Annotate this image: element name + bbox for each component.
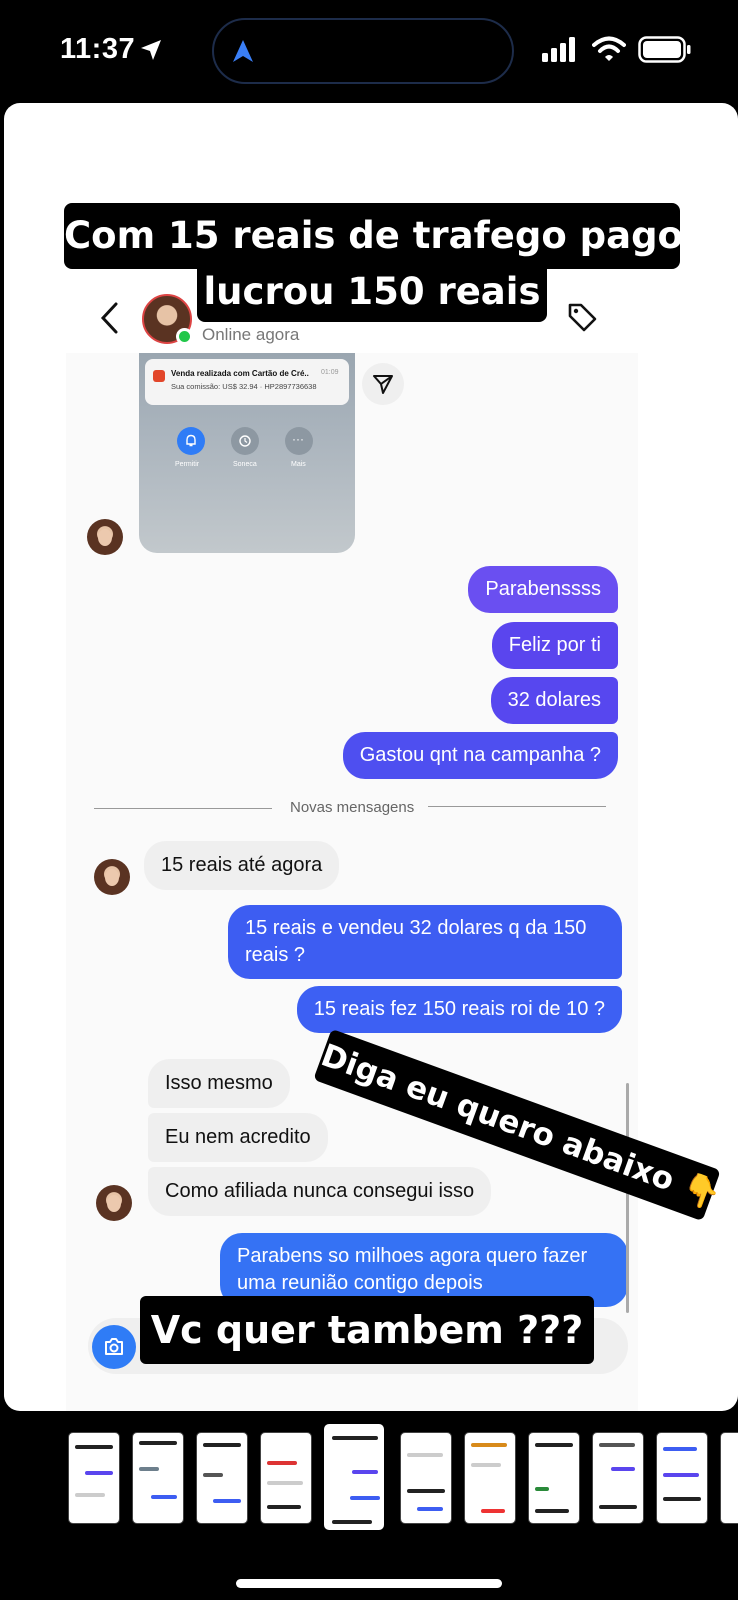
wifi-icon: [592, 36, 626, 61]
action-label-more: Mais: [291, 461, 306, 468]
caption-top-line1: Com 15 reais de trafego pago,: [64, 203, 697, 269]
contact-avatar-small: [96, 1185, 132, 1221]
tag-icon[interactable]: [566, 301, 598, 333]
story-thumbnail[interactable]: [196, 1432, 248, 1524]
story-thumbnail[interactable]: [720, 1432, 738, 1524]
message-received[interactable]: Isso mesmo: [148, 1059, 290, 1108]
online-dot: [176, 328, 193, 345]
message-sent[interactable]: Gastou qnt na campanha ?: [342, 732, 618, 779]
notification-card: Venda realizada com Cartão de Cré.. 01:0…: [145, 359, 349, 405]
notification-screenshot: Venda realizada com Cartão de Cré.. 01:0…: [139, 353, 355, 553]
story-thumbnail[interactable]: [656, 1432, 708, 1524]
status-bar: 11:37: [0, 0, 738, 100]
story-thumbnail[interactable]: [400, 1432, 452, 1524]
message-sent[interactable]: Parabenssss: [468, 566, 618, 613]
story-card: Online agora Venda realizada com Cartão …: [4, 103, 738, 1411]
action-label-allow: Permitir: [175, 461, 200, 468]
story-thumbnail-active[interactable]: [324, 1424, 384, 1530]
message-received[interactable]: Eu nem acredito: [148, 1113, 328, 1162]
scrollbar[interactable]: [626, 1083, 629, 1313]
online-status: Online agora: [202, 325, 300, 344]
home-indicator[interactable]: [236, 1579, 502, 1588]
camera-icon: [105, 1338, 123, 1355]
story-thumbnail[interactable]: [464, 1432, 516, 1524]
message-sent[interactable]: 15 reais fez 150 reais roi de 10 ?: [296, 986, 622, 1033]
story-thumbnail[interactable]: [68, 1432, 120, 1524]
signal-icon: [542, 37, 575, 62]
notification-time: 01:09: [321, 369, 339, 376]
back-arrow-icon[interactable]: [100, 301, 120, 335]
chat-screenshot: Online agora Venda realizada com Cartão …: [66, 263, 638, 1411]
story-thumbnail[interactable]: [528, 1432, 580, 1524]
story-thumbnail[interactable]: [592, 1432, 644, 1524]
send-icon: [373, 375, 393, 394]
message-sent[interactable]: Feliz por ti: [491, 622, 618, 669]
caption-bottom: Vc quer tambem ???: [140, 1296, 594, 1364]
navigation-icon: [233, 40, 253, 62]
new-messages-divider: Novas mensagens: [290, 799, 415, 816]
clock-icon: [239, 435, 251, 447]
story-thumbnail[interactable]: [260, 1432, 312, 1524]
battery-icon: [638, 36, 691, 63]
story-thumbnail[interactable]: [132, 1432, 184, 1524]
contact-avatar-small: [94, 859, 130, 895]
action-label-snooze: Soneca: [233, 461, 257, 468]
dynamic-island: [212, 18, 514, 84]
notification-title: Venda realizada com Cartão de Cré..: [171, 369, 309, 378]
status-time: 11:37: [60, 33, 136, 65]
more-dots-icon: ···: [292, 432, 304, 446]
bell-icon: [186, 434, 196, 447]
message-received[interactable]: Como afiliada nunca consegui isso: [148, 1167, 492, 1216]
story-thumbnail-strip: [0, 1422, 738, 1532]
message-sent[interactable]: 32 dolares: [490, 677, 618, 724]
notification-body: Sua comissão: US$ 32.94 · HP2897736638: [171, 382, 317, 391]
contact-avatar-small: [87, 519, 123, 555]
hotmart-icon: [153, 370, 165, 382]
message-received[interactable]: 15 reais até agora: [144, 841, 340, 890]
caption-top-line2: lucrou 150 reais: [197, 266, 547, 322]
divider-line: [428, 806, 606, 807]
divider-line: [94, 808, 272, 809]
message-sent[interactable]: 15 reais e vendeu 32 dolares q da 150 re…: [228, 905, 622, 979]
location-arrow-icon: [141, 40, 161, 60]
